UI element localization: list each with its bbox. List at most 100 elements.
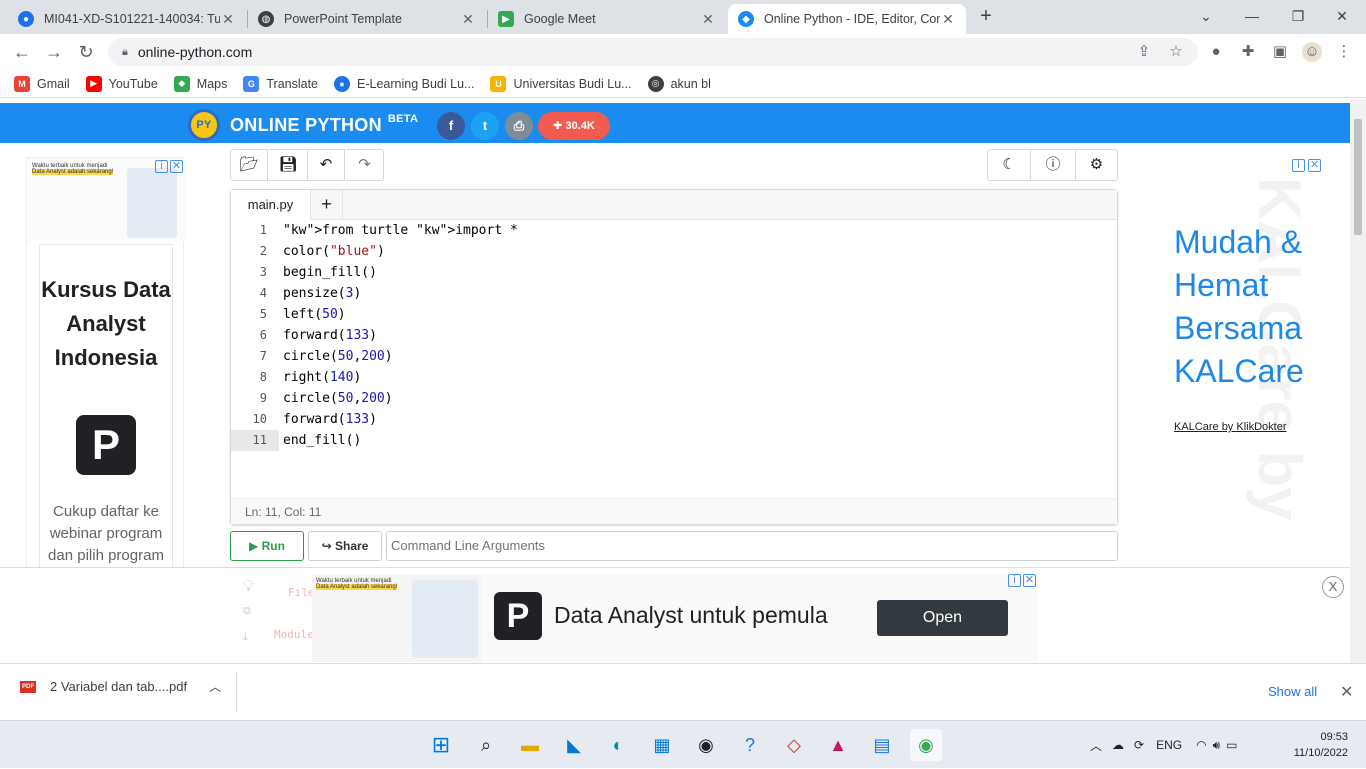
- close-tab-icon[interactable]: ✕: [460, 11, 476, 28]
- reload-icon[interactable]: ↻: [74, 40, 98, 64]
- clock[interactable]: 09:53 11/10/2022: [1288, 729, 1348, 761]
- close-ad-icon[interactable]: ✕: [1308, 159, 1321, 172]
- bookmark-gmail[interactable]: M Gmail: [14, 75, 70, 92]
- code-line[interactable]: "kw">from turtle "kw">import *: [283, 220, 1113, 241]
- code-line[interactable]: forward(133): [283, 409, 1113, 430]
- mcafee-icon[interactable]: ◇: [778, 729, 810, 761]
- bookmark-translate[interactable]: G Translate: [243, 75, 318, 92]
- battery-icon[interactable]: ▭: [1226, 738, 1237, 752]
- bookmark-maps[interactable]: ◆ Maps: [173, 75, 227, 92]
- ad-banner-line: Data Analyst adalah sekarang!: [316, 584, 398, 590]
- code-line[interactable]: circle(50,200): [283, 346, 1113, 367]
- chevron-up-icon[interactable]: ︿: [209, 678, 221, 695]
- adchoices-icon[interactable]: i: [1008, 574, 1021, 587]
- browser-tab[interactable]: ◍ PowerPoint Template ✕: [248, 4, 486, 34]
- bookmark-akun-bl[interactable]: ◎ akun bl: [647, 75, 711, 92]
- close-tab-icon[interactable]: ✕: [220, 11, 236, 28]
- code-line[interactable]: forward(133): [283, 325, 1113, 346]
- volume-icon[interactable]: 🔊︎: [1213, 738, 1221, 753]
- store-icon[interactable]: ▦: [646, 729, 678, 761]
- tab-search-icon[interactable]: ⌄: [1186, 4, 1226, 28]
- minimize-icon[interactable]: —: [1232, 4, 1272, 28]
- save-icon[interactable]: 💾︎: [269, 149, 307, 181]
- bookmark-elearning[interactable]: ● E-Learning Budi Lu...: [334, 75, 474, 92]
- browser-tab[interactable]: ● MI041-XD-S101221-140034: Tug ✕: [8, 4, 246, 34]
- bookmark-star-icon[interactable]: ☆: [1166, 42, 1186, 62]
- close-ad-icon[interactable]: ✕: [170, 160, 183, 173]
- info-icon[interactable]: ⓘ: [1031, 149, 1075, 181]
- redo-icon[interactable]: ↷: [346, 149, 384, 181]
- command-line-arguments-input[interactable]: Command Line Arguments: [386, 531, 1118, 561]
- language-indicator[interactable]: ENG: [1156, 738, 1182, 752]
- code-line[interactable]: left(50): [283, 304, 1113, 325]
- facebook-icon[interactable]: f: [437, 112, 465, 140]
- new-tab-button[interactable]: +: [966, 4, 1006, 28]
- chrome-icon[interactable]: ◉: [910, 729, 942, 761]
- bottom-advertisement[interactable]: 💡︎ File ⧉ ⤓ Module Waktu terbaik untuk m…: [0, 567, 1350, 663]
- address-bar[interactable]: 🔒︎ online-python.com: [108, 38, 1198, 66]
- bookmark-universitas[interactable]: U Universitas Budi Lu...: [490, 75, 632, 92]
- site-brand[interactable]: PY ONLINE PYTHON BETA: [188, 109, 418, 141]
- close-download-bar-icon[interactable]: ✕: [1340, 682, 1353, 702]
- wifi-icon[interactable]: ◠: [1196, 738, 1206, 752]
- add-file-button[interactable]: +: [311, 190, 343, 220]
- share-page-icon[interactable]: ⇪: [1134, 42, 1154, 62]
- bookmark-youtube[interactable]: ▶ YouTube: [85, 75, 158, 92]
- dark-mode-icon[interactable]: ☾: [987, 149, 1031, 181]
- undo-icon[interactable]: ↶: [307, 149, 345, 181]
- run-button[interactable]: ▶ Run: [230, 531, 304, 561]
- ad-body[interactable]: Waktu terbaik untuk menjadi Data Analyst…: [312, 574, 1038, 662]
- sync-icon[interactable]: ⟳: [1134, 738, 1144, 752]
- show-all-link[interactable]: Show all: [1268, 684, 1317, 699]
- close-tab-icon[interactable]: ✕: [940, 11, 956, 28]
- code-line[interactable]: end_fill(): [283, 430, 1113, 451]
- share-button[interactable]: ↪ Share: [308, 531, 382, 561]
- download-item[interactable]: PDF 2 Variabel dan tab....pdf ︿: [20, 678, 221, 695]
- extensions-icon[interactable]: ✚: [1238, 42, 1258, 62]
- close-anchor-ad-button[interactable]: X: [1322, 576, 1344, 598]
- github-icon[interactable]: ◉: [690, 729, 722, 761]
- file-tab-main-py[interactable]: main.py: [231, 190, 311, 220]
- notepad-icon[interactable]: ▤: [866, 729, 898, 761]
- page-scrollbar[interactable]: [1350, 99, 1366, 663]
- menu-icon[interactable]: ⋮: [1334, 42, 1354, 62]
- open-folder-icon[interactable]: 📂︎: [230, 149, 268, 181]
- profile-avatar[interactable]: ☺: [1302, 42, 1322, 62]
- close-window-icon[interactable]: ✕: [1322, 4, 1362, 28]
- print-icon[interactable]: ⎙: [505, 112, 533, 140]
- adchoices-icon[interactable]: i: [1292, 159, 1305, 172]
- grammarly-icon[interactable]: ●: [1206, 42, 1226, 62]
- vscode-icon[interactable]: ◣: [558, 729, 590, 761]
- close-ad-icon[interactable]: ✕: [1023, 574, 1036, 587]
- adchoices-icon[interactable]: i: [155, 160, 168, 173]
- code-area[interactable]: "kw">from turtle "kw">import * color("blu…: [283, 220, 1113, 451]
- help-icon[interactable]: ?: [734, 729, 766, 761]
- code-editor[interactable]: main.py + 1 2 3 4 5 6 7 8 9 10 11 "kw">from turtle…: [230, 189, 1118, 525]
- twitter-icon[interactable]: t: [471, 112, 499, 140]
- settings-gear-icon[interactable]: ⚙: [1075, 149, 1118, 181]
- code-line[interactable]: begin_fill(): [283, 262, 1113, 283]
- cloud-icon[interactable]: ☁: [1112, 738, 1124, 752]
- windows-start-icon[interactable]: ⊞: [425, 729, 457, 761]
- code-line[interactable]: right(140): [283, 367, 1113, 388]
- search-icon[interactable]: ⌕: [470, 729, 502, 761]
- close-tab-icon[interactable]: ✕: [700, 11, 716, 28]
- restore-icon[interactable]: ❐: [1278, 4, 1318, 28]
- lock-icon[interactable]: 🔒︎: [122, 46, 128, 59]
- side-panel-icon[interactable]: ▣: [1270, 42, 1290, 62]
- code-line[interactable]: color("blue"): [283, 241, 1113, 262]
- browser-tab[interactable]: ▶ Google Meet ✕: [488, 4, 726, 34]
- scrollbar-thumb[interactable]: [1354, 119, 1362, 235]
- app-icon[interactable]: ▲: [822, 729, 854, 761]
- code-line[interactable]: circle(50,200): [283, 388, 1113, 409]
- share-count-button[interactable]: ✚ 30.4K: [538, 112, 610, 140]
- forward-icon[interactable]: →: [42, 40, 66, 64]
- code-line[interactable]: pensize(3): [283, 283, 1113, 304]
- ad-open-button[interactable]: Open: [877, 600, 1008, 636]
- back-icon[interactable]: ←: [10, 40, 34, 64]
- edge-icon[interactable]: ◐: [602, 729, 634, 761]
- ad-link[interactable]: KALCare by KlikDokter: [1174, 421, 1287, 433]
- browser-tab-active[interactable]: ◆ Online Python - IDE, Editor, Com ✕: [728, 4, 966, 34]
- file-explorer-icon[interactable]: ▬: [514, 729, 546, 761]
- chevron-up-icon[interactable]: ︿: [1090, 737, 1102, 754]
